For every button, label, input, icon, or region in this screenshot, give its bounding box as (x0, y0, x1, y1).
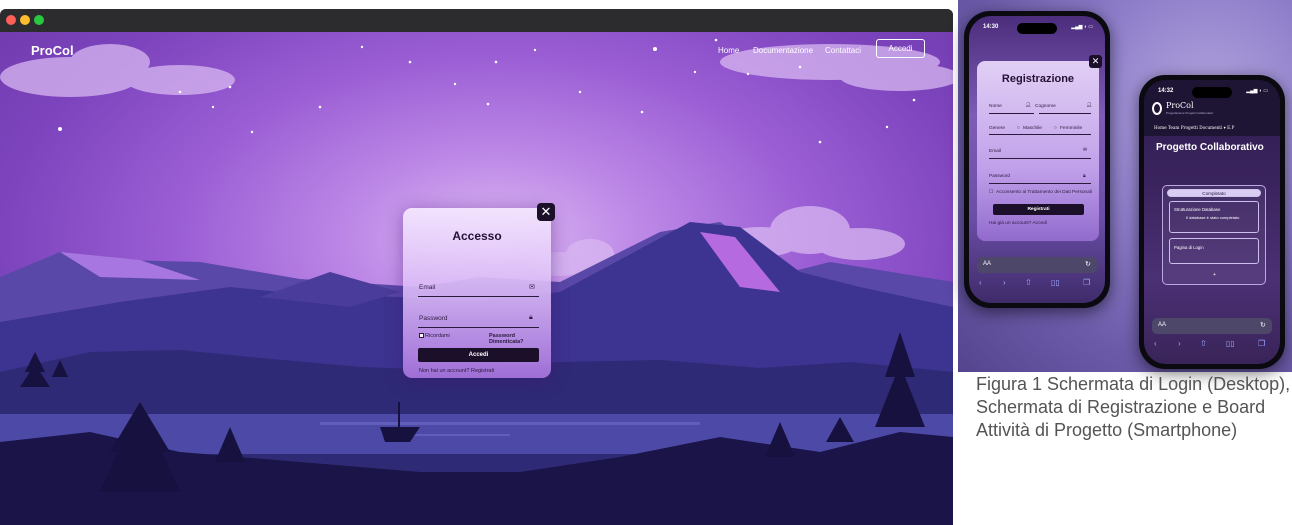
registration-title: Registrazione (1001, 73, 1075, 85)
text-size-button[interactable]: AA (1158, 322, 1166, 328)
reload-icon[interactable]: ↻ (1260, 321, 1266, 329)
gender-underline (989, 134, 1091, 135)
female-label: Femminile (1060, 126, 1083, 131)
tabs-icon[interactable]: ❐ (1083, 278, 1090, 287)
text-size-button[interactable]: AA (983, 261, 991, 267)
column-header: Completato (1167, 189, 1261, 197)
forgot-password-link[interactable]: Password Dimenticata? (489, 333, 551, 345)
brand-subtitle: Progettazione Progetti Collaborativi (1166, 111, 1214, 115)
desktop-browser-window: ProCol Home Documentazione Contattaci Ac… (0, 9, 953, 525)
name-underline (989, 113, 1034, 114)
status-icons: ▂▄▆ ◗ ▭ (1246, 88, 1268, 94)
brand-name[interactable]: ProCol (1166, 101, 1194, 110)
bookmarks-icon[interactable]: ▯▯ (1051, 278, 1060, 287)
add-task-button[interactable]: + (1213, 272, 1216, 278)
lock-icon: 🔒︎ (1083, 174, 1086, 179)
share-icon[interactable]: ⇧ (1200, 339, 1207, 348)
project-title: Progetto Collaborativo (1156, 142, 1264, 153)
browser-url-bar[interactable] (1152, 318, 1272, 334)
mail-icon: ✉ (529, 284, 535, 291)
close-icon[interactable]: ✕ (537, 203, 555, 221)
task-card[interactable]: Strutturazione Database Il database è st… (1169, 201, 1259, 233)
back-icon[interactable]: ‹ (979, 278, 982, 287)
phone-registration: 14:30 ▂▄▆ ◗ ▭ ✕ Registrazione Nome 👤︎ Co… (964, 11, 1110, 308)
status-time: 14:32 (1158, 88, 1174, 94)
nav-home-link[interactable]: Home (718, 46, 739, 55)
browser-url-bar[interactable] (977, 257, 1097, 273)
registration-screen: 14:30 ▂▄▆ ◗ ▭ ✕ Registrazione Nome 👤︎ Co… (969, 16, 1105, 303)
maximize-window-button[interactable] (34, 15, 44, 25)
surname-underline (1039, 113, 1091, 114)
nav-login-button[interactable]: Accedi (876, 39, 925, 58)
register-link[interactable]: Non hai un account? Registrati (419, 368, 494, 374)
nav-docs-link[interactable]: Documentazione (753, 46, 813, 55)
task-card[interactable]: Pagina di Login (1169, 238, 1259, 264)
registration-card: ✕ Registrazione Nome 👤︎ Cognome 👤︎ Gener… (977, 55, 1102, 241)
login-link[interactable]: Hai già un account? Accedi (989, 221, 1047, 226)
email-underline (989, 158, 1091, 159)
gender-label: Genere (989, 126, 1005, 131)
password-field[interactable]: Password (989, 174, 1010, 179)
login-title: Accesso (452, 229, 502, 243)
figure-caption: Figura 1 Schermata di Login (Desktop), S… (976, 374, 1291, 440)
password-field-underline (418, 327, 539, 328)
user-icon: 👤︎ (1086, 103, 1093, 108)
email-field[interactable]: Email (989, 149, 1001, 154)
email-field-underline (418, 296, 539, 297)
mail-icon: ✉ (1083, 148, 1088, 153)
back-icon[interactable]: ‹ (1154, 339, 1157, 348)
user-icon: 👤︎ (1025, 103, 1032, 108)
task-subtitle: Il database è stato completato (1186, 215, 1240, 220)
remember-label: Ricordami (425, 333, 450, 339)
task-title: Pagina di Login (1174, 245, 1204, 250)
tabs-icon[interactable]: ❐ (1258, 339, 1265, 348)
forward-icon[interactable]: › (1003, 278, 1006, 287)
lock-icon: 🔒︎ (529, 314, 533, 321)
surname-field[interactable]: Cognome (1035, 104, 1056, 109)
privacy-checkbox[interactable]: ☐ (989, 190, 993, 195)
login-card: ✕ Accesso Email ✉ Password 🔒︎ Ricordami … (403, 203, 555, 378)
password-field[interactable]: Password (419, 315, 448, 322)
dynamic-island (1017, 23, 1057, 34)
name-field[interactable]: Nome (989, 104, 1002, 109)
status-icons: ▂▄▆ ◗ ▭ (1071, 24, 1093, 30)
task-column: Completato Strutturazione Database Il da… (1162, 185, 1266, 285)
minimize-window-button[interactable] (20, 15, 30, 25)
bookmarks-icon[interactable]: ▯▯ (1226, 339, 1235, 348)
close-icon[interactable]: ✕ (1089, 55, 1102, 68)
board-nav-menu[interactable]: Home Team Progetti Documenti ▾ E.P (1154, 125, 1234, 130)
board-screen: 14:32 ▂▄▆ ◗ ▭ ProCol Progettazione Proge… (1144, 80, 1280, 364)
landing-scene: ProCol Home Documentazione Contattaci Ac… (0, 32, 953, 525)
remember-checkbox[interactable] (419, 333, 424, 338)
register-submit-button[interactable]: Registrati (993, 204, 1084, 215)
radio-female[interactable]: ○ (1054, 126, 1057, 131)
window-titlebar (0, 9, 953, 32)
nav-contacts-link[interactable]: Contattaci (825, 46, 861, 55)
reload-icon[interactable]: ↻ (1085, 260, 1091, 268)
phone-board: 14:32 ▂▄▆ ◗ ▭ ProCol Progettazione Proge… (1139, 75, 1285, 369)
password-underline (989, 183, 1091, 184)
male-label: Maschile (1023, 126, 1042, 131)
brand-logo[interactable]: ProCol (31, 43, 74, 58)
radio-male[interactable]: ○ (1017, 126, 1020, 131)
forward-icon[interactable]: › (1178, 339, 1181, 348)
email-field[interactable]: Email (419, 284, 435, 291)
login-submit-button[interactable]: Accedi (418, 348, 539, 362)
procol-logo-icon[interactable] (1152, 102, 1162, 115)
privacy-label: Acconsento al Trattamento dei Dati Perso… (996, 190, 1092, 195)
status-time: 14:30 (983, 24, 999, 30)
share-icon[interactable]: ⇧ (1025, 278, 1032, 287)
dynamic-island (1192, 87, 1232, 98)
task-title: Strutturazione Database (1174, 207, 1221, 212)
close-window-button[interactable] (6, 15, 16, 25)
